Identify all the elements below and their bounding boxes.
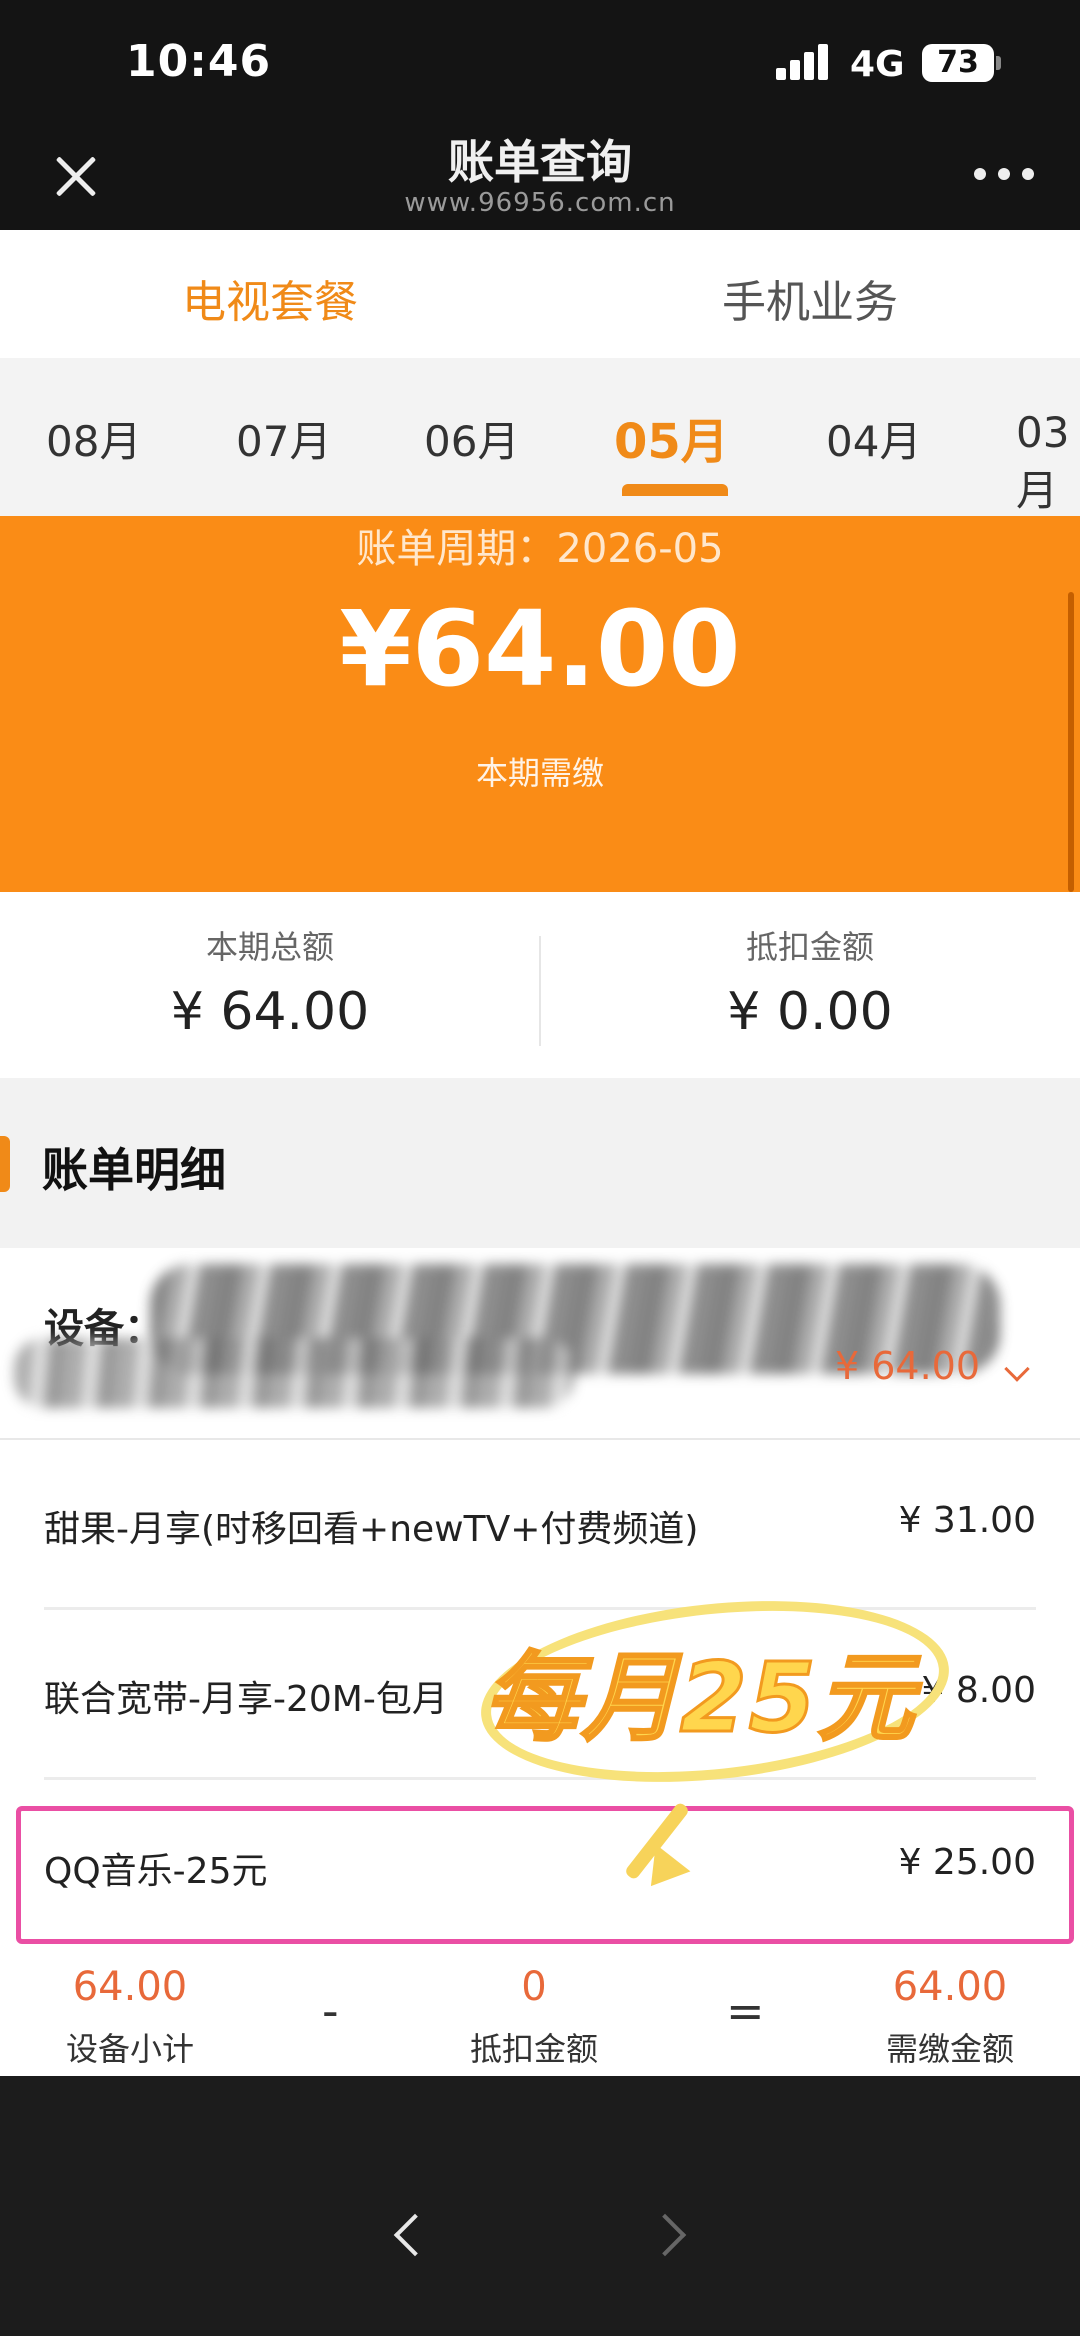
redacted-device-info-2 (14, 1338, 574, 1408)
forward-arrow-icon[interactable] (643, 2213, 687, 2257)
device-row[interactable]: 设备： ¥ 64.00 (0, 1248, 1080, 1440)
calc-due-value: 64.00 (892, 1964, 1008, 2010)
total-amount-block: 本期总额 ¥ 64.00 (0, 922, 540, 1042)
chevron-down-icon[interactable] (1004, 1356, 1030, 1382)
more-icon[interactable] (974, 168, 1034, 182)
totals-row: 本期总额 ¥ 64.00 抵扣金额 ¥ 0.00 (0, 892, 1080, 1078)
equals-sign: = (726, 1984, 765, 2038)
main-tabs: 电视套餐 手机业务 (0, 230, 1080, 358)
deduct-amount-block: 抵扣金额 ¥ 0.00 (540, 922, 1080, 1042)
month-tab-05[interactable]: 05月 (614, 402, 729, 472)
minus-sign: - (322, 1984, 339, 2038)
deduct-label: 抵扣金额 (745, 928, 874, 966)
subtotal-calc: 64.00 设备小计 - 0 抵扣金额 = 64.00 需缴金额 (0, 1954, 1080, 2076)
bottom-nav (0, 2076, 1080, 2336)
section-accent-bar (0, 1136, 10, 1192)
bill-period: 账单周期：2026-05 (356, 526, 724, 572)
month-tab-06[interactable]: 06月 (424, 408, 519, 469)
calc-due-label: 需缴金额 (885, 2030, 1014, 2068)
month-tab-03[interactable]: 03月 (1016, 408, 1080, 516)
total-label: 本期总额 (205, 928, 334, 966)
battery-icon: 73 (922, 44, 1001, 82)
network-type: 4G (850, 44, 905, 85)
promo-sticker: 每月25元 (470, 1579, 960, 1804)
month-tab-08[interactable]: 08月 (46, 408, 141, 469)
due-label: 本期需缴 (475, 754, 604, 792)
highlight-box (16, 1806, 1074, 1944)
subtotal-label: 设备小计 (65, 2030, 194, 2068)
month-tab-04[interactable]: 04月 (826, 408, 921, 469)
bill-item-name: 联合宽带-月享-20M-包月 (44, 1679, 448, 1720)
subtotal-value: 64.00 (72, 1964, 188, 2010)
bill-item-name: 甜果-月享(时移回看+newTV+付费频道) (44, 1509, 699, 1550)
tab-tv-package[interactable]: 电视套餐 (0, 266, 540, 330)
promo-text: 每月25元 (483, 1641, 916, 1756)
due-amount: ¥64.00 (339, 588, 741, 710)
bill-item: 甜果-月享(时移回看+newTV+付费频道) ¥ 31.00 (0, 1440, 1080, 1610)
page-title: 账单查询 (448, 135, 632, 189)
back-arrow-icon[interactable] (393, 2213, 437, 2257)
tab-mobile-service[interactable]: 手机业务 (540, 266, 1080, 330)
device-amount: ¥ 64.00 (834, 1344, 980, 1388)
page-url: www.96956.com.cn (404, 188, 676, 218)
total-value: ¥ 64.00 (170, 982, 370, 1042)
active-month-indicator (622, 484, 728, 496)
section-title: 账单明细 (42, 1143, 226, 1197)
status-time: 10:46 (126, 36, 272, 87)
month-tab-07[interactable]: 07月 (236, 408, 331, 469)
scrollbar[interactable] (1068, 592, 1074, 892)
bill-summary-card: 账单周期：2026-05 ¥64.00 本期需缴 (0, 516, 1080, 892)
deduct-value: ¥ 0.00 (727, 982, 893, 1042)
month-selector: 08月 07月 06月 05月 04月 03月 (0, 358, 1080, 516)
signal-icon (776, 44, 834, 80)
calc-deduct-label: 抵扣金额 (469, 2030, 598, 2068)
bill-item-price: ¥ 31.00 (898, 1500, 1036, 1541)
top-bar: 10:46 4G 73 账单查询 www.96956.com.cn (0, 0, 1080, 230)
calc-deduct-value: 0 (521, 1964, 547, 2010)
